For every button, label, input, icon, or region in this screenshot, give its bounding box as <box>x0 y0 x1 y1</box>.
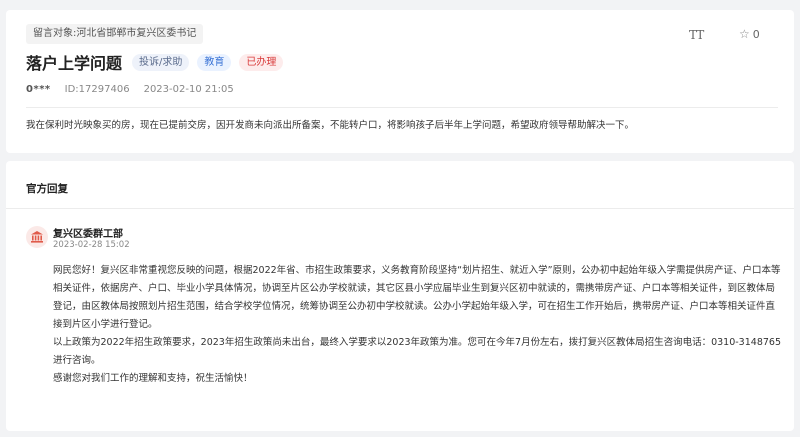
message-content: 我在保利时光映象买的房，现在已提前交房，因开发商未向派出所备案，不能转户口，将影… <box>26 120 635 131</box>
message-divider <box>26 107 778 108</box>
reply-body: 网民您好！复兴区非常重视您反映的问题，根据2022年省、市招生政策要求，义务教育… <box>53 262 783 388</box>
message-target: 留言对象:河北省邯郸市复兴区委书记 <box>26 24 204 44</box>
official-reply-card: 官方回复 复兴区委群工部 2023-02-28 15:02 网民您好！复兴区非常… <box>6 161 794 431</box>
title-row: 落户上学问题 投诉/求助 教育 已办理 <box>26 50 291 74</box>
reply-paragraph: 感谢您对我们工作的理解和支持，祝生活愉快！ <box>53 373 253 384</box>
reply-time: 2023-02-28 15:02 <box>53 240 130 250</box>
reply-department: 复兴区委群工部 <box>53 229 123 240</box>
message-meta: 0*** ID:17297406 2023-02-10 21:05 <box>26 84 234 95</box>
message-target-value: 河北省邯郸市复兴区委书记 <box>76 28 197 39</box>
page-title: 落户上学问题 <box>26 54 123 73</box>
status-badge: 已办理 <box>239 53 284 71</box>
message-id: ID:17297406 <box>64 84 130 95</box>
message-card: 留言对象:河北省邯郸市复兴区委书记 TT ☆ 0 落户上学问题 投诉/求助 教育… <box>6 10 794 153</box>
message-user: 0*** <box>26 84 51 95</box>
favorite-button[interactable]: ☆ 0 <box>739 27 760 41</box>
font-size-icon: TT <box>689 28 704 42</box>
reply-paragraph: 网民您好！复兴区非常重视您反映的问题，根据2022年省、市招生政策要求，义务教育… <box>53 265 781 330</box>
reply-divider <box>6 208 794 209</box>
domain-tag[interactable]: 教育 <box>197 53 232 71</box>
message-target-label: 留言对象: <box>33 28 77 39</box>
type-tag[interactable]: 投诉/求助 <box>132 53 190 71</box>
favorite-count: 0 <box>752 27 760 41</box>
reply-paragraph: 以上政策为2022年招生政策要求，2023年招生政策尚未出台，最终入学要求以20… <box>53 337 781 366</box>
star-outline-icon: ☆ <box>739 27 750 41</box>
government-building-icon <box>31 231 43 243</box>
message-time: 2023-02-10 21:05 <box>143 84 234 95</box>
avatar <box>26 226 48 248</box>
reply-section-title: 官方回复 <box>26 183 68 195</box>
font-size-toggle[interactable]: TT <box>689 28 704 42</box>
